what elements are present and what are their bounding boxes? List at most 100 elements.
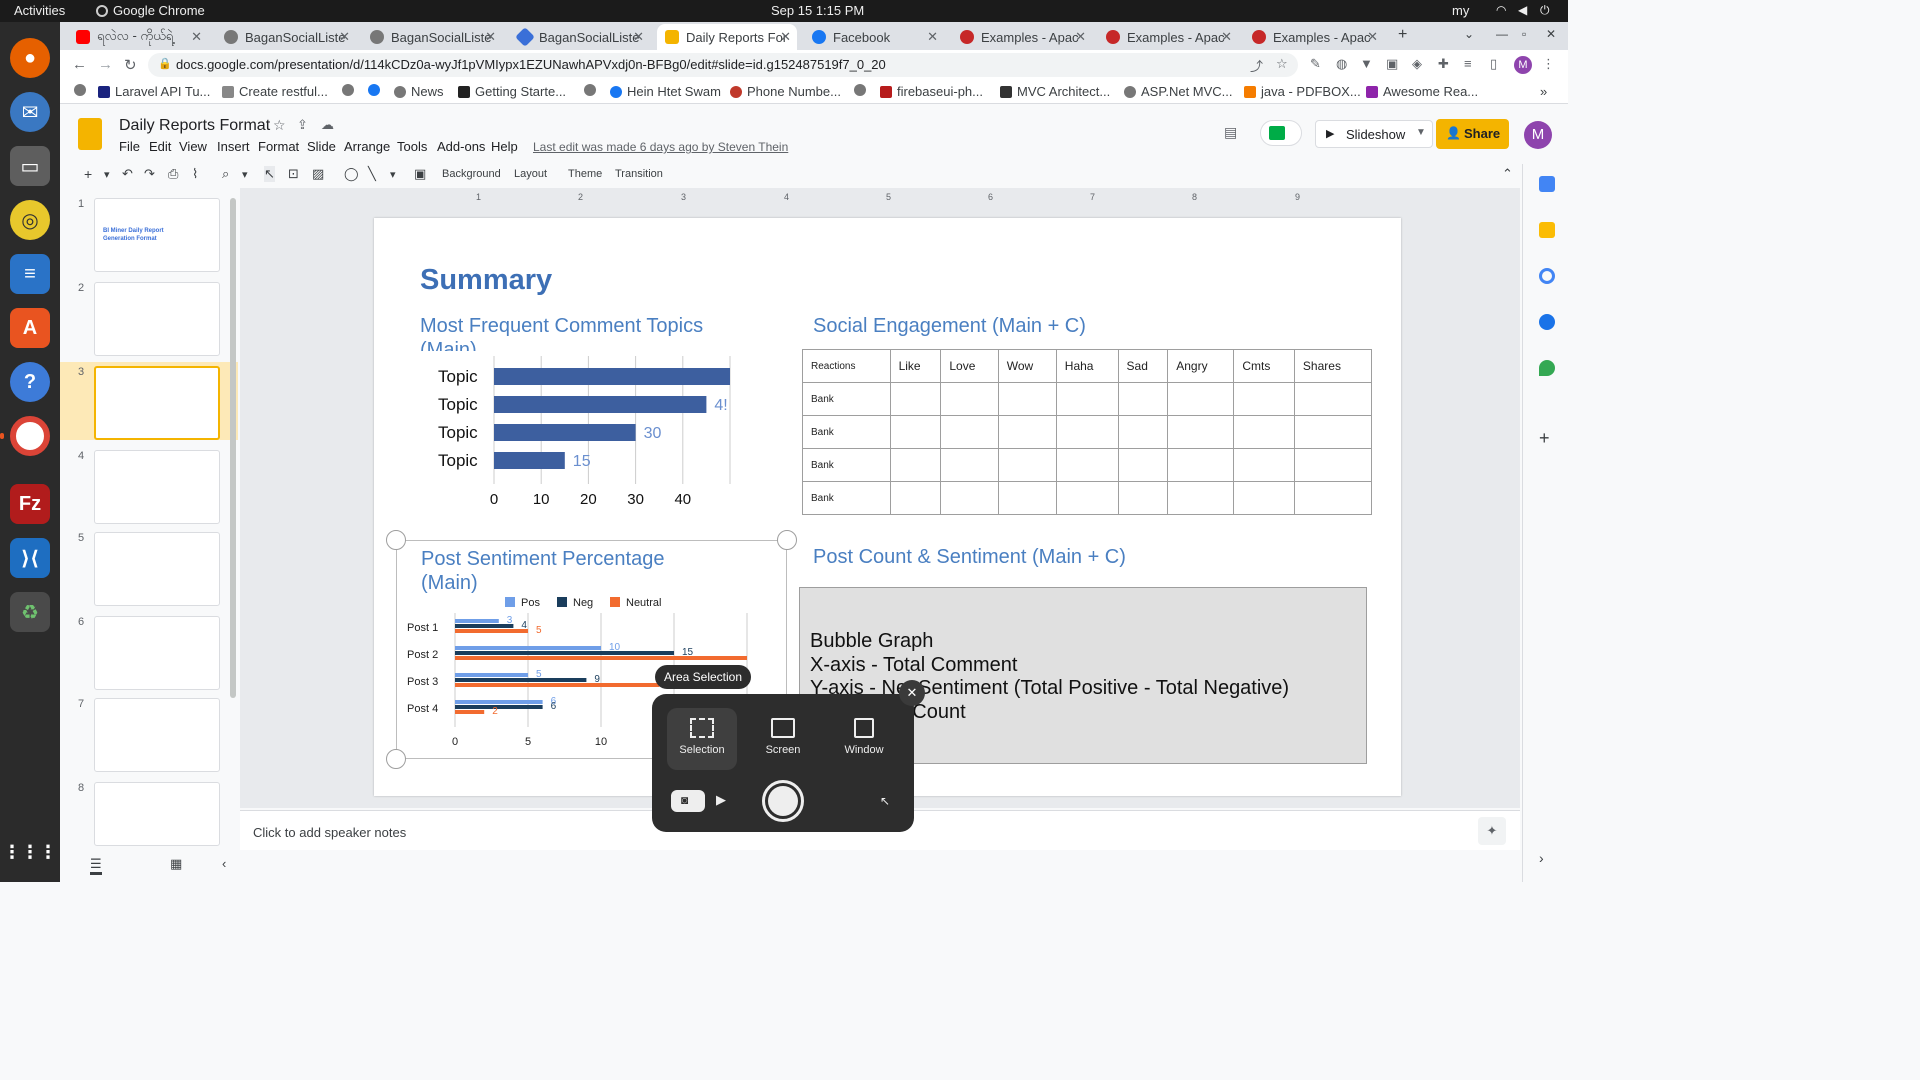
tab-7[interactable]: Examples - Apac ✕ xyxy=(1098,24,1238,50)
screenshot-toggle[interactable]: ◙ xyxy=(671,790,705,812)
menu-tools[interactable]: Tools xyxy=(397,139,427,154)
menu-insert[interactable]: Insert xyxy=(217,139,250,154)
puzzle-icon[interactable]: ✚ xyxy=(1438,56,1449,72)
table-cell[interactable] xyxy=(1167,448,1235,482)
account-avatar[interactable]: M xyxy=(1524,121,1552,149)
new-tab-icon[interactable]: + xyxy=(1398,26,1407,44)
paint-format-icon[interactable]: ⌇ xyxy=(192,166,198,182)
theme-button[interactable]: Theme xyxy=(568,168,602,180)
engagement-heading[interactable]: Social Engagement (Main + C) xyxy=(813,315,1086,338)
slide-thumbnail-1[interactable]: BI Miner Daily Report Generation Format xyxy=(94,198,220,272)
filezilla-icon[interactable]: Fz xyxy=(10,484,50,524)
close-icon[interactable]: ✕ xyxy=(1221,29,1232,45)
writer-icon[interactable]: ≡ xyxy=(10,254,50,294)
calendar-icon[interactable] xyxy=(1539,176,1555,192)
close-icon[interactable]: ✕ xyxy=(1075,29,1086,45)
side-panel-icon[interactable]: ▯ xyxy=(1490,56,1497,72)
comments-icon[interactable]: ▤ xyxy=(1224,124,1237,141)
share-page-icon[interactable]: ⤴ xyxy=(1250,56,1263,75)
tab-8[interactable]: Examples - Apac ✕ xyxy=(1244,24,1384,50)
extension-icon[interactable]: ▣ xyxy=(1386,56,1398,72)
table-cell[interactable] xyxy=(1055,382,1119,416)
profile-avatar[interactable]: M xyxy=(1514,56,1532,74)
tab-2[interactable]: BaganSocialListe ✕ xyxy=(362,24,502,50)
table-cell[interactable] xyxy=(997,382,1057,416)
tab-5[interactable]: Facebook ✕ xyxy=(804,24,944,50)
extension-icon[interactable]: ✎ xyxy=(1310,56,1321,72)
close-icon[interactable]: ✕ xyxy=(780,29,791,45)
close-icon[interactable]: ✕ xyxy=(1367,29,1378,45)
wifi-icon[interactable]: ◠ xyxy=(1496,3,1506,17)
vscode-icon[interactable]: ⟩⟨ xyxy=(10,538,50,578)
transition-button[interactable]: Transition xyxy=(615,168,663,180)
menu-edit[interactable]: Edit xyxy=(149,139,171,154)
tab-4[interactable]: Daily Reports For ✕ xyxy=(657,24,797,50)
close-capture-icon[interactable]: ✕ xyxy=(899,680,925,706)
bookmark-2[interactable]: News xyxy=(394,84,444,99)
horizontal-ruler[interactable]: 1 2 3 4 5 6 7 8 9 xyxy=(252,192,1520,204)
table-cell[interactable] xyxy=(1293,382,1373,416)
menu-help[interactable]: Help xyxy=(491,139,518,154)
list-view-icon[interactable]: ☰ xyxy=(90,856,102,875)
chevron-down-icon[interactable]: ⌄ xyxy=(1464,27,1474,41)
window-mode-button[interactable]: Window xyxy=(829,708,899,770)
table-cell[interactable] xyxy=(997,448,1057,482)
input-language[interactable]: my xyxy=(1452,3,1469,18)
slide-thumbnail-3[interactable] xyxy=(94,366,220,440)
table-cell[interactable] xyxy=(1293,448,1373,482)
bookmark-star-icon[interactable]: ☆ xyxy=(1276,56,1288,72)
reload-icon[interactable]: ↻ xyxy=(124,56,137,74)
files-icon[interactable]: ▭ xyxy=(10,146,50,186)
table-cell[interactable] xyxy=(940,382,999,416)
firefox-icon[interactable]: ● xyxy=(10,38,50,78)
reading-list-icon[interactable]: ≡ xyxy=(1464,56,1472,71)
bookmark-6[interactable]: firebaseui-ph... xyxy=(880,84,983,99)
collapse-toolbar-icon[interactable]: ⌃ xyxy=(1502,166,1513,182)
minimize-icon[interactable]: — xyxy=(1496,27,1508,41)
table-cell[interactable] xyxy=(940,415,999,449)
software-icon[interactable]: A xyxy=(10,308,50,348)
print-icon[interactable]: ⎙ xyxy=(168,166,178,182)
explore-icon[interactable]: ✦ xyxy=(1478,817,1506,845)
close-window-icon[interactable]: ✕ xyxy=(1546,27,1556,41)
menu-view[interactable]: View xyxy=(179,139,207,154)
forward-icon[interactable]: → xyxy=(98,56,113,73)
capture-button[interactable] xyxy=(762,780,804,822)
resize-handle[interactable] xyxy=(777,530,797,550)
address-bar[interactable]: 🔒 docs.google.com/presentation/d/114kCDz… xyxy=(148,53,1298,77)
maximize-icon[interactable]: ▫ xyxy=(1522,27,1526,41)
table-cell[interactable] xyxy=(1117,382,1169,416)
trash-icon[interactable]: ♻ xyxy=(10,592,50,632)
more-bookmarks-icon[interactable]: » xyxy=(1540,84,1547,99)
slide-thumbnail-4[interactable] xyxy=(94,450,220,524)
bookmark-4[interactable]: Hein Htet Swam xyxy=(610,84,721,99)
bookmark-globe-icon[interactable] xyxy=(74,84,91,96)
tab-3[interactable]: BaganSocialListe ✕ xyxy=(510,24,650,50)
table-cell[interactable] xyxy=(1117,448,1169,482)
add-addon-icon[interactable]: + xyxy=(1539,428,1550,449)
star-icon[interactable]: ☆ xyxy=(273,117,286,134)
slideshow-button[interactable]: ▶ Slideshow ▼ xyxy=(1315,120,1433,148)
video-icon[interactable]: ▶ xyxy=(716,792,726,808)
selection-mode-button[interactable]: Selection xyxy=(667,708,737,770)
menu-addons[interactable]: Add-ons xyxy=(437,139,485,154)
contacts-icon[interactable] xyxy=(1539,314,1555,330)
bookmark-1[interactable]: Create restful... xyxy=(222,84,328,99)
app-menu[interactable]: Google Chrome xyxy=(113,3,205,18)
clock[interactable]: Sep 15 1:15 PM xyxy=(771,3,864,18)
bookmark-facebook-icon[interactable] xyxy=(368,84,385,96)
url-text[interactable]: docs.google.com/presentation/d/114kCDz0a… xyxy=(176,57,886,72)
resize-handle[interactable] xyxy=(386,749,406,769)
back-icon[interactable]: ← xyxy=(72,56,87,73)
table-cell[interactable] xyxy=(1117,481,1169,515)
menu-format[interactable]: Format xyxy=(258,139,299,154)
table-cell[interactable] xyxy=(889,415,942,449)
close-icon[interactable]: ✕ xyxy=(485,29,496,45)
table-cell[interactable] xyxy=(1055,448,1119,482)
undo-icon[interactable]: ↶ xyxy=(122,166,133,182)
textbox-icon[interactable]: ⊡ xyxy=(288,166,299,182)
table-cell[interactable] xyxy=(1293,481,1373,515)
filmstrip-scrollbar[interactable] xyxy=(230,198,236,698)
image-icon[interactable]: ▨ xyxy=(312,166,324,182)
extension-icon[interactable]: ◍ xyxy=(1336,56,1347,72)
